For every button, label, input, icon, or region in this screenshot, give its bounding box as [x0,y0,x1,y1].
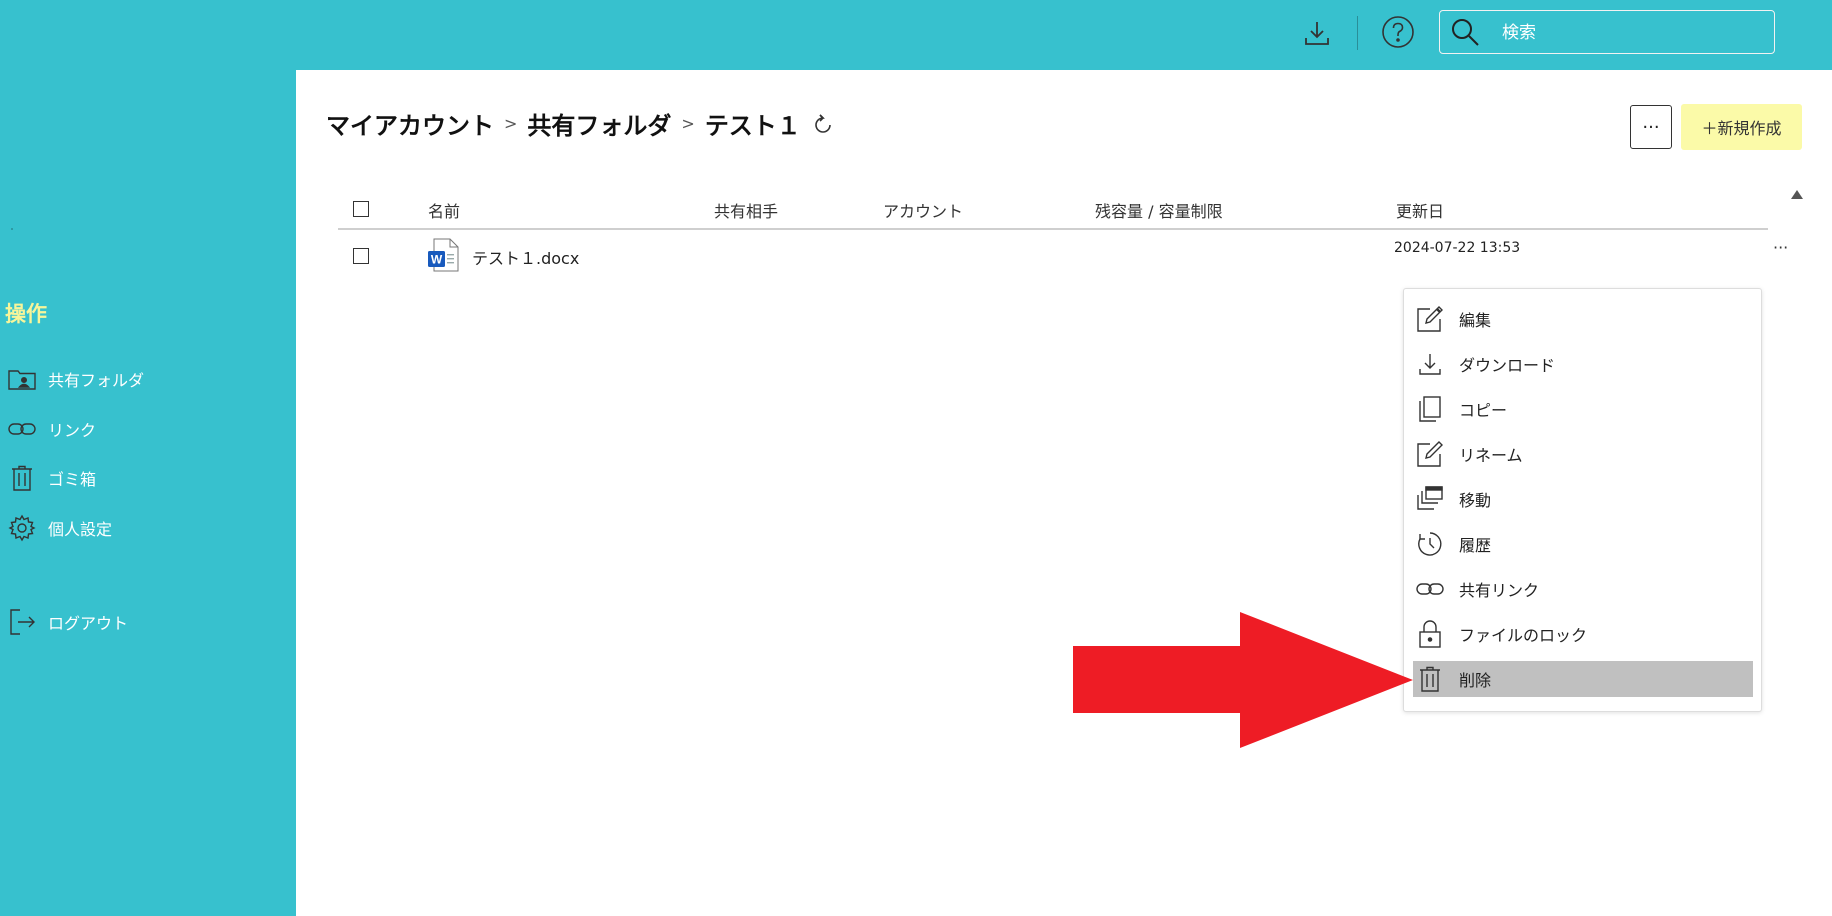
sidebar-item-label: ログアウト [48,614,129,633]
menu-item-delete[interactable]: 削除 [1413,661,1753,697]
file-updated: 2024-07-22 13:53 [1394,240,1521,256]
share-link-icon [1413,581,1447,597]
gear-icon [2,514,42,542]
red-arrow-annotation [1073,612,1413,752]
topbar-divider [1357,16,1358,50]
column-header-updated[interactable]: 更新日 [1396,198,1444,222]
menu-item-rename[interactable]: リネーム [1413,436,1753,472]
sidebar-heading: 操作 [5,302,47,326]
menu-item-label: 履歴 [1459,536,1492,555]
copy-icon [1413,395,1447,423]
search-box[interactable] [1439,10,1775,54]
search-icon [1450,17,1480,51]
rename-icon [1413,440,1447,468]
row-checkbox[interactable] [353,248,369,264]
sidebar-item-link[interactable]: リンク [0,411,280,447]
help-icon[interactable] [1380,14,1416,50]
breadcrumb-item[interactable]: マイアカウント [326,106,494,141]
menu-item-label: 共有リンク [1459,581,1540,600]
sidebar: 操作 共有フォルダ リンク ゴミ箱 個人設定 ログアウト [0,70,296,916]
top-bar [0,0,1832,70]
context-menu: 編集 ダウンロード コピー リネーム 移動 履歴 共有リンク ファイルのロック … [1403,288,1762,712]
new-button[interactable]: ＋新規作成 [1681,104,1802,150]
menu-item-label: 編集 [1459,311,1492,330]
sidebar-item-label: ゴミ箱 [48,470,97,489]
sidebar-dot [11,228,13,230]
row-more-icon[interactable]: ··· [1773,238,1788,257]
history-icon [1413,530,1447,558]
lock-icon [1413,620,1447,648]
menu-item-history[interactable]: 履歴 [1413,526,1753,562]
download-icon[interactable] [1300,16,1334,50]
menu-item-lock[interactable]: ファイルのロック [1413,616,1753,652]
menu-item-label: コピー [1459,401,1508,420]
column-header-quota[interactable]: 残容量 / 容量制限 [1095,198,1223,222]
search-input[interactable] [1500,19,1764,47]
menu-item-label: 移動 [1459,491,1492,510]
breadcrumb-current: テスト１ [704,112,801,140]
svg-text:W: W [431,253,443,267]
sidebar-item-logout[interactable]: ログアウト [0,604,280,640]
breadcrumb: マイアカウント > 共有フォルダ > テスト１ [326,106,835,141]
menu-item-share-link[interactable]: 共有リンク [1413,571,1753,607]
edit-icon [1413,305,1447,333]
menu-item-label: リネーム [1459,446,1523,465]
shared-folder-icon [2,368,42,390]
trash-icon [2,465,42,491]
move-icon [1413,485,1447,513]
menu-item-move[interactable]: 移動 [1413,481,1753,517]
menu-item-label: 削除 [1459,671,1492,690]
chevron-right-icon: > [504,114,518,133]
refresh-icon[interactable] [811,112,835,136]
scroll-up-arrow[interactable] [1791,190,1803,199]
menu-item-edit[interactable]: 編集 [1413,301,1753,337]
more-actions-button[interactable]: ··· [1630,105,1672,149]
menu-item-label: ダウンロード [1459,356,1556,375]
sidebar-item-label: 個人設定 [48,520,113,539]
sidebar-item-shared-folder[interactable]: 共有フォルダ [0,361,280,397]
trash-icon [1413,666,1447,692]
download-icon [1413,351,1447,377]
table-header: 名前 共有相手 アカウント 残容量 / 容量制限 更新日 [338,188,1768,230]
column-header-name[interactable]: 名前 [428,198,460,222]
table-row[interactable]: W テスト１.docx 2024-07-22 13:53 ··· [338,230,1788,284]
column-header-shared-with[interactable]: 共有相手 [714,198,778,222]
file-name[interactable]: テスト１.docx [472,245,579,269]
word-file-icon: W [428,238,460,276]
file-table: 名前 共有相手 アカウント 残容量 / 容量制限 更新日 W テスト１.docx… [338,188,1788,284]
sidebar-item-label: 共有フォルダ [48,371,145,390]
sidebar-item-trash[interactable]: ゴミ箱 [0,460,280,496]
sidebar-item-label: リンク [48,421,97,440]
link-icon [2,421,42,437]
chevron-right-icon: > [681,114,695,133]
select-all-checkbox[interactable] [353,201,369,217]
menu-item-label: ファイルのロック [1459,626,1588,645]
menu-item-copy[interactable]: コピー [1413,391,1753,427]
menu-item-download[interactable]: ダウンロード [1413,346,1753,382]
breadcrumb-item[interactable]: 共有フォルダ [527,106,671,141]
logout-icon [2,608,42,636]
sidebar-item-settings[interactable]: 個人設定 [0,510,280,546]
column-header-account[interactable]: アカウント [883,198,963,222]
